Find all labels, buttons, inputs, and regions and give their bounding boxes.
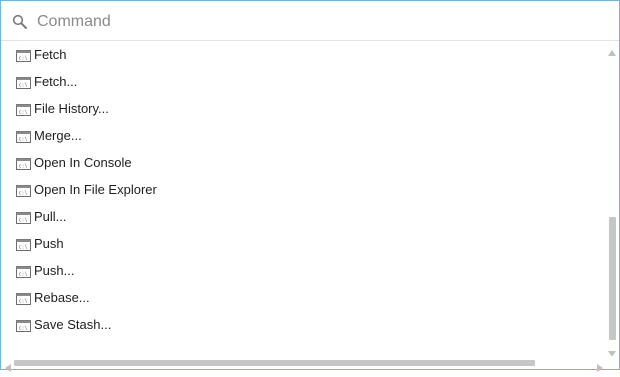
console-window-icon: c:\	[16, 184, 31, 197]
svg-text:c:\: c:\	[19, 56, 28, 62]
list-item-label: Push...	[34, 263, 75, 278]
list-item-push[interactable]: c:\ Push	[1, 231, 605, 258]
scrollbar-corner	[605, 356, 619, 369]
svg-text:c:\: c:\	[19, 272, 28, 278]
list-item-label: Fetch...	[34, 74, 78, 89]
svg-text:c:\: c:\	[19, 83, 28, 89]
list-item-label: Open In File Explorer	[34, 182, 157, 197]
horizontal-scrollbar[interactable]	[1, 356, 605, 372]
svg-text:c:\: c:\	[19, 191, 28, 197]
list-item-merge[interactable]: c:\ Merge...	[1, 123, 605, 150]
command-palette-window: c:\ Fetch c:\ Fetch... c:\ File History.…	[0, 0, 620, 372]
console-window-icon: c:\	[16, 76, 31, 89]
scroll-up-arrow-icon[interactable]	[608, 43, 616, 61]
svg-text:c:\: c:\	[19, 245, 28, 251]
vertical-scrollbar[interactable]	[605, 41, 619, 357]
search-icon	[12, 14, 28, 30]
list-item-label: Fetch	[34, 47, 67, 62]
horizontal-scroll-thumb[interactable]	[14, 360, 535, 366]
list-item-label: Push	[34, 236, 64, 251]
list-item-fetch-dialog[interactable]: c:\ Fetch...	[1, 69, 605, 96]
scroll-right-arrow-icon[interactable]	[597, 359, 603, 377]
svg-text:c:\: c:\	[19, 110, 28, 116]
console-window-icon: c:\	[16, 265, 31, 278]
list-item-label: Open In Console	[34, 155, 132, 170]
command-search-input[interactable]	[37, 9, 597, 35]
svg-text:c:\: c:\	[19, 326, 28, 332]
list-item-fetch[interactable]: c:\ Fetch	[1, 42, 605, 69]
list-item-label: Merge...	[34, 128, 82, 143]
list-item-open-in-console[interactable]: c:\ Open In Console	[1, 150, 605, 177]
svg-text:c:\: c:\	[19, 218, 28, 224]
console-window-icon: c:\	[16, 49, 31, 62]
search-bar	[1, 1, 619, 41]
command-list: c:\ Fetch c:\ Fetch... c:\ File History.…	[1, 42, 605, 354]
svg-text:c:\: c:\	[19, 137, 28, 143]
console-window-icon: c:\	[16, 238, 31, 251]
svg-text:c:\: c:\	[19, 299, 28, 305]
list-item-open-in-file-explorer[interactable]: c:\ Open In File Explorer	[1, 177, 605, 204]
list-item-rebase[interactable]: c:\ Rebase...	[1, 285, 605, 312]
console-window-icon: c:\	[16, 211, 31, 224]
list-item-label: Pull...	[34, 209, 67, 224]
list-item-label: Save Stash...	[34, 317, 112, 332]
svg-text:c:\: c:\	[19, 164, 28, 170]
scroll-left-arrow-icon[interactable]	[5, 359, 11, 377]
list-item-save-stash[interactable]: c:\ Save Stash...	[1, 312, 605, 339]
list-item-file-history[interactable]: c:\ File History...	[1, 96, 605, 123]
list-item-label: File History...	[34, 101, 109, 116]
list-item-pull[interactable]: c:\ Pull...	[1, 204, 605, 231]
console-window-icon: c:\	[16, 130, 31, 143]
console-window-icon: c:\	[16, 157, 31, 170]
console-window-icon: c:\	[16, 103, 31, 116]
console-window-icon: c:\	[16, 292, 31, 305]
list-item-label: Rebase...	[34, 290, 90, 305]
list-item-push-dialog[interactable]: c:\ Push...	[1, 258, 605, 285]
vertical-scroll-thumb[interactable]	[609, 217, 616, 340]
console-window-icon: c:\	[16, 319, 31, 332]
